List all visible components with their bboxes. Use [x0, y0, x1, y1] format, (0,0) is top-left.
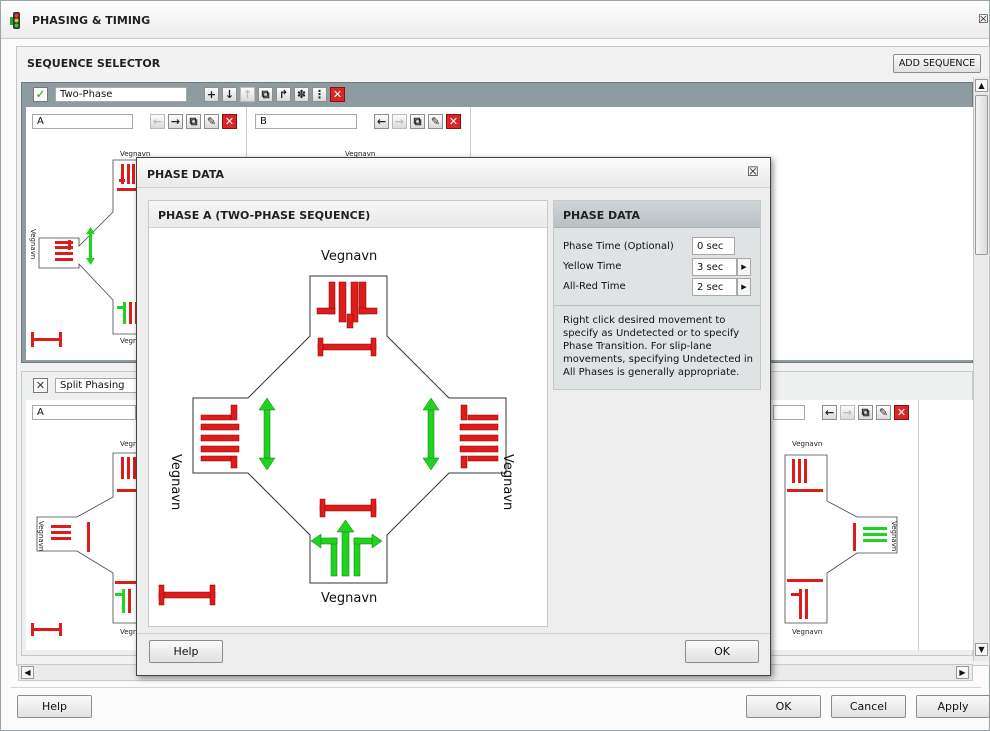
help-button[interactable]: Help	[17, 695, 92, 718]
selector-title: SEQUENCE SELECTOR	[27, 57, 161, 70]
small-intersection-diagram	[31, 452, 139, 636]
phase-copy-icon[interactable]: ⧉	[858, 405, 873, 420]
phase-time-input[interactable]: 0 sec	[692, 237, 735, 255]
scroll-down-icon[interactable]: ▼	[975, 643, 988, 656]
street-label: Vegnavn	[37, 521, 45, 552]
phase-left-icon[interactable]: ←	[150, 114, 165, 129]
add-phase-icon[interactable]: +	[204, 87, 219, 102]
dialog-title-bar: PHASE DATA ☒	[137, 158, 770, 188]
scroll-thumb[interactable]	[975, 95, 988, 255]
street-label-north: Vegnavn	[321, 249, 378, 264]
phase-edit-icon[interactable]: ✎	[428, 114, 443, 129]
phase-copy-icon[interactable]: ⧉	[186, 114, 201, 129]
apply-button[interactable]: Apply	[916, 695, 990, 718]
phase-right-icon[interactable]: →	[840, 405, 855, 420]
dialog-divider	[137, 633, 770, 634]
phase-left-icon[interactable]: ←	[374, 114, 389, 129]
phase-delete-icon[interactable]: ✕	[894, 405, 909, 420]
scroll-left-icon[interactable]: ◀	[21, 666, 34, 679]
street-label-east: Vegnavn	[500, 454, 515, 511]
intersection-diagram	[158, 275, 507, 606]
phase-data-header: PHASE DATA	[554, 201, 760, 228]
yellow-time-stepper-icon[interactable]: ▶	[737, 258, 751, 276]
more-icon[interactable]: ⋮	[312, 87, 327, 102]
dialog-close-icon[interactable]: ☒	[747, 165, 759, 180]
traffic-light-icon	[10, 12, 24, 29]
phase-panel-header: PHASE A (TWO-PHASE SEQUENCE)	[149, 201, 547, 228]
all-red-time-label: All-Red Time	[563, 281, 626, 292]
sequence-name-field[interactable]: Split Phasing	[55, 378, 145, 393]
ok-button[interactable]: OK	[746, 695, 821, 718]
phase-divider	[918, 400, 919, 650]
street-label: Vegnavn	[792, 440, 823, 448]
all-red-time-stepper-icon[interactable]: ▶	[737, 278, 751, 296]
street-label: Vegnavn	[29, 229, 37, 260]
street-label-west: Vegnavn	[168, 454, 183, 511]
yellow-time-input[interactable]: 3 sec	[692, 258, 737, 276]
pedestrian-icon[interactable]: ✽	[294, 87, 309, 102]
scroll-up-icon[interactable]: ▲	[975, 79, 988, 92]
dialog-title: PHASE DATA	[147, 168, 224, 181]
sequence-checkbox[interactable]: ✕	[33, 378, 48, 393]
phase-label-field[interactable]	[773, 405, 805, 420]
dialog-help-button[interactable]: Help	[149, 640, 223, 663]
phase-left-icon[interactable]: ←	[822, 405, 837, 420]
phase-edit-icon[interactable]: ✎	[204, 114, 219, 129]
street-label: Vegnavn	[890, 521, 898, 552]
copy-icon[interactable]: ⧉	[258, 87, 273, 102]
panel-separator	[554, 305, 760, 306]
phase-a-label[interactable]: A	[32, 405, 136, 420]
phase-edit-icon[interactable]: ✎	[876, 405, 891, 420]
pedestrian-bar	[158, 584, 216, 606]
phase-copy-icon[interactable]: ⧉	[410, 114, 425, 129]
phase-right-icon[interactable]: →	[168, 114, 183, 129]
turn-icon[interactable]: ↱	[276, 87, 291, 102]
small-intersection-diagram	[31, 159, 141, 347]
phase-delete-icon[interactable]: ✕	[222, 114, 237, 129]
sequence-name-field[interactable]: Two-Phase	[55, 87, 187, 102]
yellow-time-label: Yellow Time	[563, 261, 622, 272]
help-note: Right click desired movement to specify …	[563, 315, 753, 378]
sequence-checkbox[interactable]: ✓	[33, 87, 48, 102]
phase-data-dialog: PHASE DATA ☒ PHASE A (TWO-PHASE SEQUENCE…	[136, 157, 771, 676]
phase-right-icon[interactable]: →	[392, 114, 407, 129]
phase-data-panel: PHASE DATA Phase Time (Optional) 0 sec Y…	[553, 200, 761, 390]
vertical-scrollbar[interactable]: ▲ ▼	[973, 77, 989, 661]
phase-diagram-panel: PHASE A (TWO-PHASE SEQUENCE) Vegnavn Veg…	[148, 200, 548, 627]
dialog-ok-button[interactable]: OK	[685, 640, 759, 663]
phase-delete-icon[interactable]: ✕	[446, 114, 461, 129]
phase-data-title: PHASE DATA	[563, 209, 640, 222]
window-close-icon[interactable]: ☒	[978, 12, 989, 26]
street-label-south: Vegnavn	[321, 591, 378, 606]
window-title: PHASING & TIMING	[32, 14, 151, 27]
add-sequence-button[interactable]: ADD SEQUENCE	[893, 54, 981, 73]
bottom-bar-divider	[11, 687, 981, 688]
phase-panel-title: PHASE A (TWO-PHASE SEQUENCE)	[158, 209, 371, 222]
small-intersection-diagram	[784, 454, 898, 624]
delete-sequence-icon[interactable]: ✕	[330, 87, 345, 102]
phase-time-label: Phase Time (Optional)	[563, 241, 674, 252]
street-label: Vegnavn	[792, 628, 823, 636]
move-down-icon[interactable]: ↓	[222, 87, 237, 102]
cancel-button[interactable]: Cancel	[831, 695, 906, 718]
phase-b-label[interactable]: B	[255, 114, 357, 129]
phase-a-label[interactable]: A	[32, 114, 133, 129]
title-bar: PHASING & TIMING ☒	[1, 1, 989, 39]
move-up-icon[interactable]: ↑	[240, 87, 255, 102]
scroll-right-icon[interactable]: ▶	[956, 666, 969, 679]
all-red-time-input[interactable]: 2 sec	[692, 278, 737, 296]
